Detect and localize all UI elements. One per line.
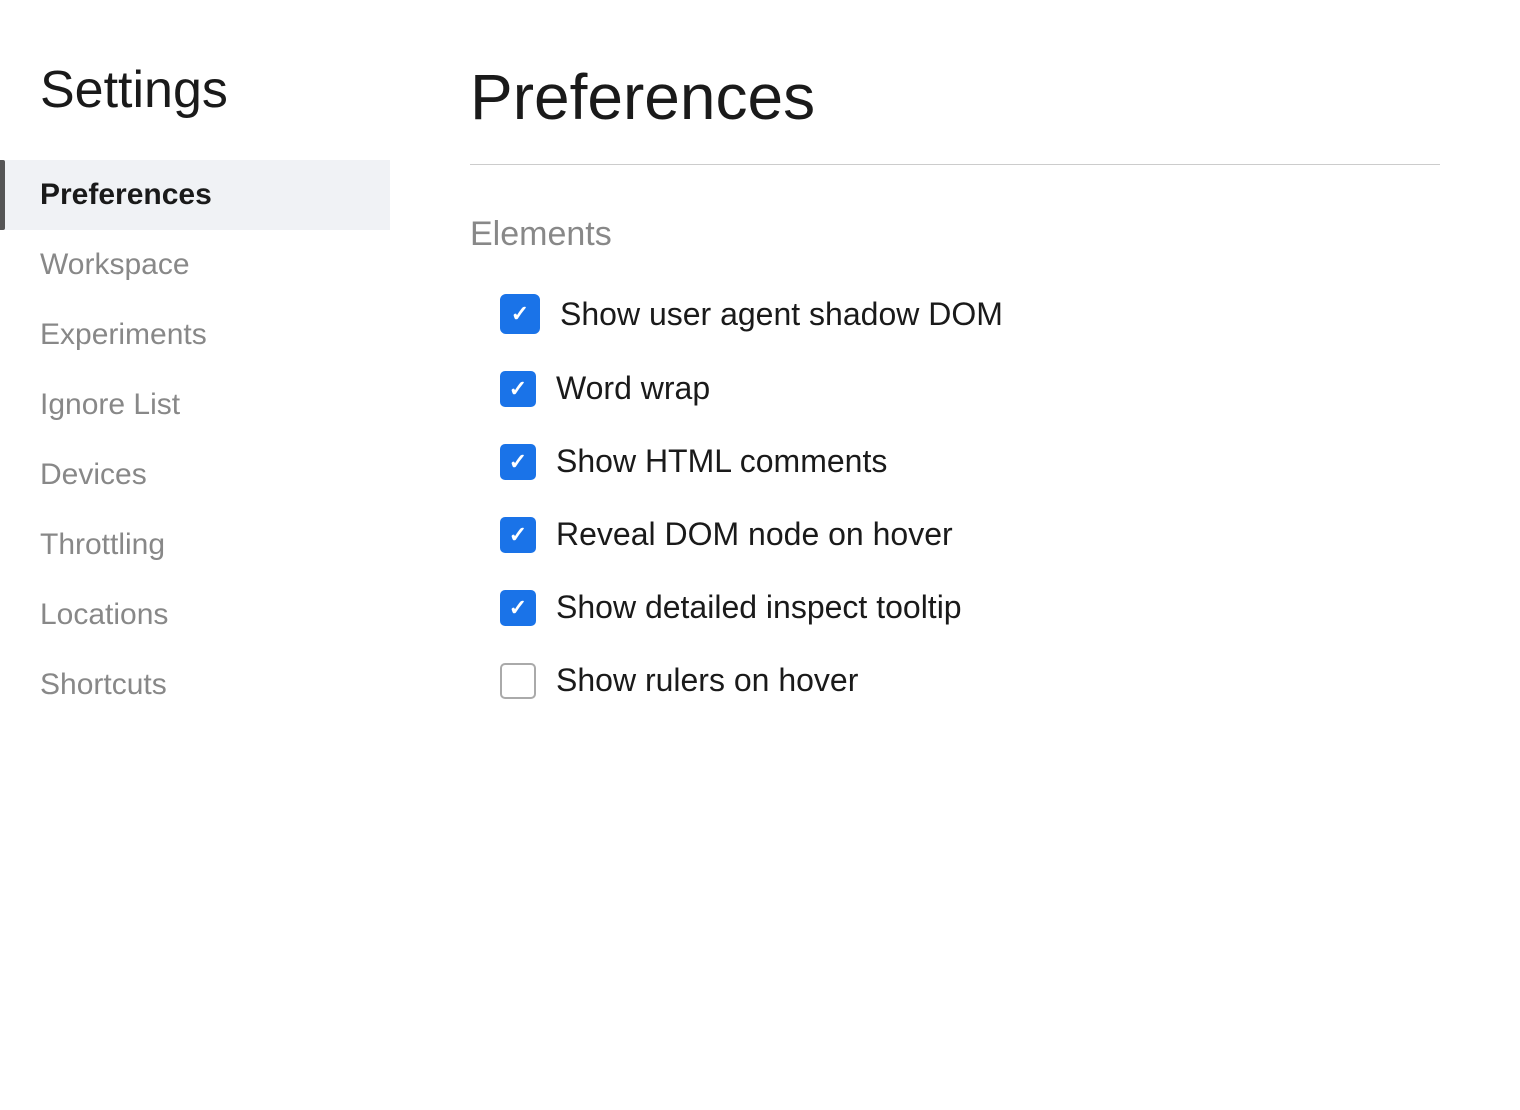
checkbox-wrapper-show-html-comments: ✓ [500, 444, 536, 480]
checkbox-item-word-wrap[interactable]: ✓ Word wrap [500, 370, 1440, 407]
checkbox-list-elements: ✓ Show user agent shadow DOM ✓ Word wrap ✓ Sh… [470, 294, 1440, 699]
sections-container: Elements ✓ Show user agent shadow DOM ✓ Word… [470, 215, 1440, 699]
checkbox-label-show-html-comments: Show HTML comments [556, 443, 887, 480]
checkbox-label-word-wrap: Word wrap [556, 370, 710, 407]
checkbox-wrapper-show-shadow-dom: ✓ [500, 294, 540, 334]
sidebar-item-locations[interactable]: Locations [0, 580, 390, 650]
checkbox-item-show-html-comments[interactable]: ✓ Show HTML comments [500, 443, 1440, 480]
checkbox-show-rulers[interactable] [500, 663, 536, 699]
sidebar-item-shortcuts[interactable]: Shortcuts [0, 650, 390, 720]
sidebar-item-experiments[interactable]: Experiments [0, 300, 390, 370]
page-title: Preferences [470, 60, 1440, 134]
checkbox-label-show-shadow-dom: Show user agent shadow DOM [560, 296, 1003, 333]
checkmark-icon-reveal-dom-node: ✓ [509, 524, 527, 546]
checkbox-reveal-dom-node[interactable]: ✓ [500, 517, 536, 553]
checkbox-wrapper-word-wrap: ✓ [500, 371, 536, 407]
sidebar-item-devices[interactable]: Devices [0, 440, 390, 510]
checkbox-label-show-rulers: Show rulers on hover [556, 662, 858, 699]
sidebar-item-throttling[interactable]: Throttling [0, 510, 390, 580]
checkbox-wrapper-show-rulers [500, 663, 536, 699]
checkmark-icon-word-wrap: ✓ [509, 378, 527, 400]
checkmark-icon-show-inspect-tooltip: ✓ [509, 597, 527, 619]
checkbox-show-shadow-dom[interactable]: ✓ [500, 294, 540, 334]
checkbox-item-show-shadow-dom[interactable]: ✓ Show user agent shadow DOM [500, 294, 1440, 334]
sidebar-title: Settings [0, 60, 390, 160]
checkmark-icon-show-html-comments: ✓ [509, 451, 527, 473]
checkbox-label-show-inspect-tooltip: Show detailed inspect tooltip [556, 589, 962, 626]
checkbox-label-reveal-dom-node: Reveal DOM node on hover [556, 516, 953, 553]
checkbox-item-show-inspect-tooltip[interactable]: ✓ Show detailed inspect tooltip [500, 589, 1440, 626]
sidebar-item-preferences[interactable]: Preferences [0, 160, 390, 230]
sidebar-item-ignore-list[interactable]: Ignore List [0, 370, 390, 440]
checkbox-item-show-rulers[interactable]: Show rulers on hover [500, 662, 1440, 699]
checkmark-icon-show-shadow-dom: ✓ [511, 303, 529, 325]
checkbox-item-reveal-dom-node[interactable]: ✓ Reveal DOM node on hover [500, 516, 1440, 553]
checkbox-wrapper-show-inspect-tooltip: ✓ [500, 590, 536, 626]
checkbox-show-html-comments[interactable]: ✓ [500, 444, 536, 480]
checkbox-word-wrap[interactable]: ✓ [500, 371, 536, 407]
sidebar-nav: PreferencesWorkspaceExperimentsIgnore Li… [0, 160, 390, 720]
checkbox-wrapper-reveal-dom-node: ✓ [500, 517, 536, 553]
checkbox-show-inspect-tooltip[interactable]: ✓ [500, 590, 536, 626]
section-divider [470, 164, 1440, 165]
section-title-elements: Elements [470, 215, 1440, 254]
section-elements: Elements ✓ Show user agent shadow DOM ✓ Word… [470, 215, 1440, 699]
sidebar-item-workspace[interactable]: Workspace [0, 230, 390, 300]
main-content: Preferences Elements ✓ Show user agent sha… [390, 0, 1520, 1110]
sidebar: Settings PreferencesWorkspaceExperiments… [0, 0, 390, 1110]
